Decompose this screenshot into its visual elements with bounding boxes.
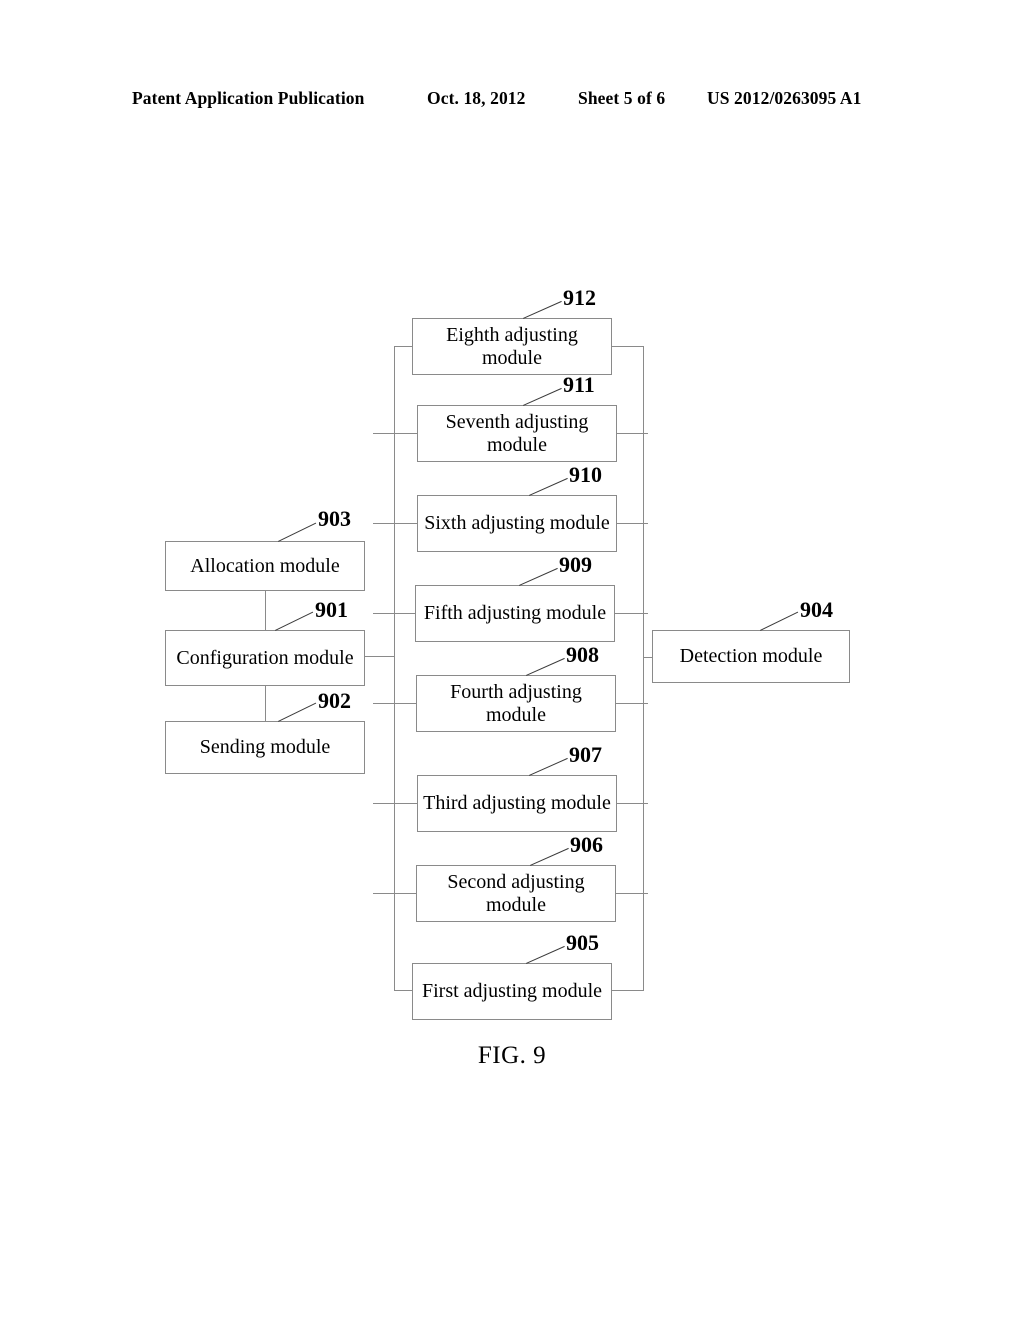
figure-caption: FIG. 9 xyxy=(477,1042,547,1069)
node-label: Fourth adjusting module xyxy=(450,681,582,726)
ref-numeral-910: 910 xyxy=(569,462,602,487)
leader-line-902 xyxy=(278,702,317,722)
left-bus-stub-eighth xyxy=(394,346,413,347)
node-label: Eighth adjusting module xyxy=(446,324,578,369)
ref-numeral-904: 904 xyxy=(800,597,833,622)
ref-numeral-909: 909 xyxy=(559,552,592,577)
left-bus-stub-sixth xyxy=(373,523,418,524)
node-first-adjusting-module[interactable]: First adjusting module xyxy=(412,963,612,1020)
leader-line-904 xyxy=(760,611,799,631)
node-detection-module[interactable]: Detection module xyxy=(652,630,850,683)
node-label: Seventh adjusting module xyxy=(445,411,589,456)
node-eighth-adjusting-module[interactable]: Eighth adjusting module xyxy=(412,318,612,375)
right-bus-stub-eighth xyxy=(611,346,644,347)
left-bus-stub-fifth xyxy=(373,613,418,614)
node-label: Allocation module xyxy=(190,554,340,577)
ref-numeral-906: 906 xyxy=(570,832,603,857)
allocation-to-configuration-line xyxy=(265,590,266,631)
configuration-to-left-bus-line xyxy=(365,656,395,657)
ref-numeral-905: 905 xyxy=(566,930,599,955)
node-label: Sixth adjusting module xyxy=(424,512,610,535)
leader-line-912 xyxy=(523,300,562,319)
node-allocation-module[interactable]: Allocation module xyxy=(165,541,365,591)
node-label: Second adjusting module xyxy=(447,871,585,916)
left-bus-stub-seventh xyxy=(373,433,418,434)
node-label: Detection module xyxy=(679,645,823,668)
node-sixth-adjusting-module[interactable]: Sixth adjusting module xyxy=(417,495,617,552)
leader-line-907 xyxy=(529,757,568,776)
leader-line-903 xyxy=(278,522,317,542)
right-bus-vertical-line xyxy=(643,346,644,991)
leader-line-905 xyxy=(526,945,565,964)
leader-line-911 xyxy=(523,387,562,406)
left-bus-stub-second xyxy=(373,893,418,894)
node-second-adjusting-module[interactable]: Second adjusting module xyxy=(416,865,616,922)
leader-line-906 xyxy=(530,847,569,866)
leader-line-910 xyxy=(529,477,568,496)
node-label: Third adjusting module xyxy=(423,792,611,815)
left-bus-vertical-line xyxy=(394,346,395,991)
node-fifth-adjusting-module[interactable]: Fifth adjusting module xyxy=(415,585,615,642)
left-bus-stub-fourth xyxy=(373,703,418,704)
ref-numeral-908: 908 xyxy=(566,642,599,667)
ref-numeral-912: 912 xyxy=(563,285,596,310)
node-seventh-adjusting-module[interactable]: Seventh adjusting module xyxy=(417,405,617,462)
node-configuration-module[interactable]: Configuration module xyxy=(165,630,365,686)
figure-9-block-diagram: Eighth adjusting module Seventh adjustin… xyxy=(0,0,1024,1320)
ref-numeral-907: 907 xyxy=(569,742,602,767)
leader-line-901 xyxy=(275,611,314,631)
node-label: First adjusting module xyxy=(422,980,602,1003)
left-bus-stub-third xyxy=(373,803,418,804)
ref-numeral-911: 911 xyxy=(563,372,595,397)
configuration-to-sending-line xyxy=(265,685,266,721)
leader-line-908 xyxy=(526,657,565,676)
node-label: Fifth adjusting module xyxy=(423,602,607,625)
right-bus-stub-first xyxy=(611,990,644,991)
node-third-adjusting-module[interactable]: Third adjusting module xyxy=(417,775,617,832)
ref-numeral-903: 903 xyxy=(318,506,351,531)
node-sending-module[interactable]: Sending module xyxy=(165,721,365,774)
ref-numeral-901: 901 xyxy=(315,597,348,622)
node-label: Configuration module xyxy=(176,646,354,669)
ref-numeral-902: 902 xyxy=(318,688,351,713)
node-fourth-adjusting-module[interactable]: Fourth adjusting module xyxy=(416,675,616,732)
node-label: Sending module xyxy=(199,736,331,759)
leader-line-909 xyxy=(519,567,558,586)
left-bus-stub-first xyxy=(394,990,413,991)
